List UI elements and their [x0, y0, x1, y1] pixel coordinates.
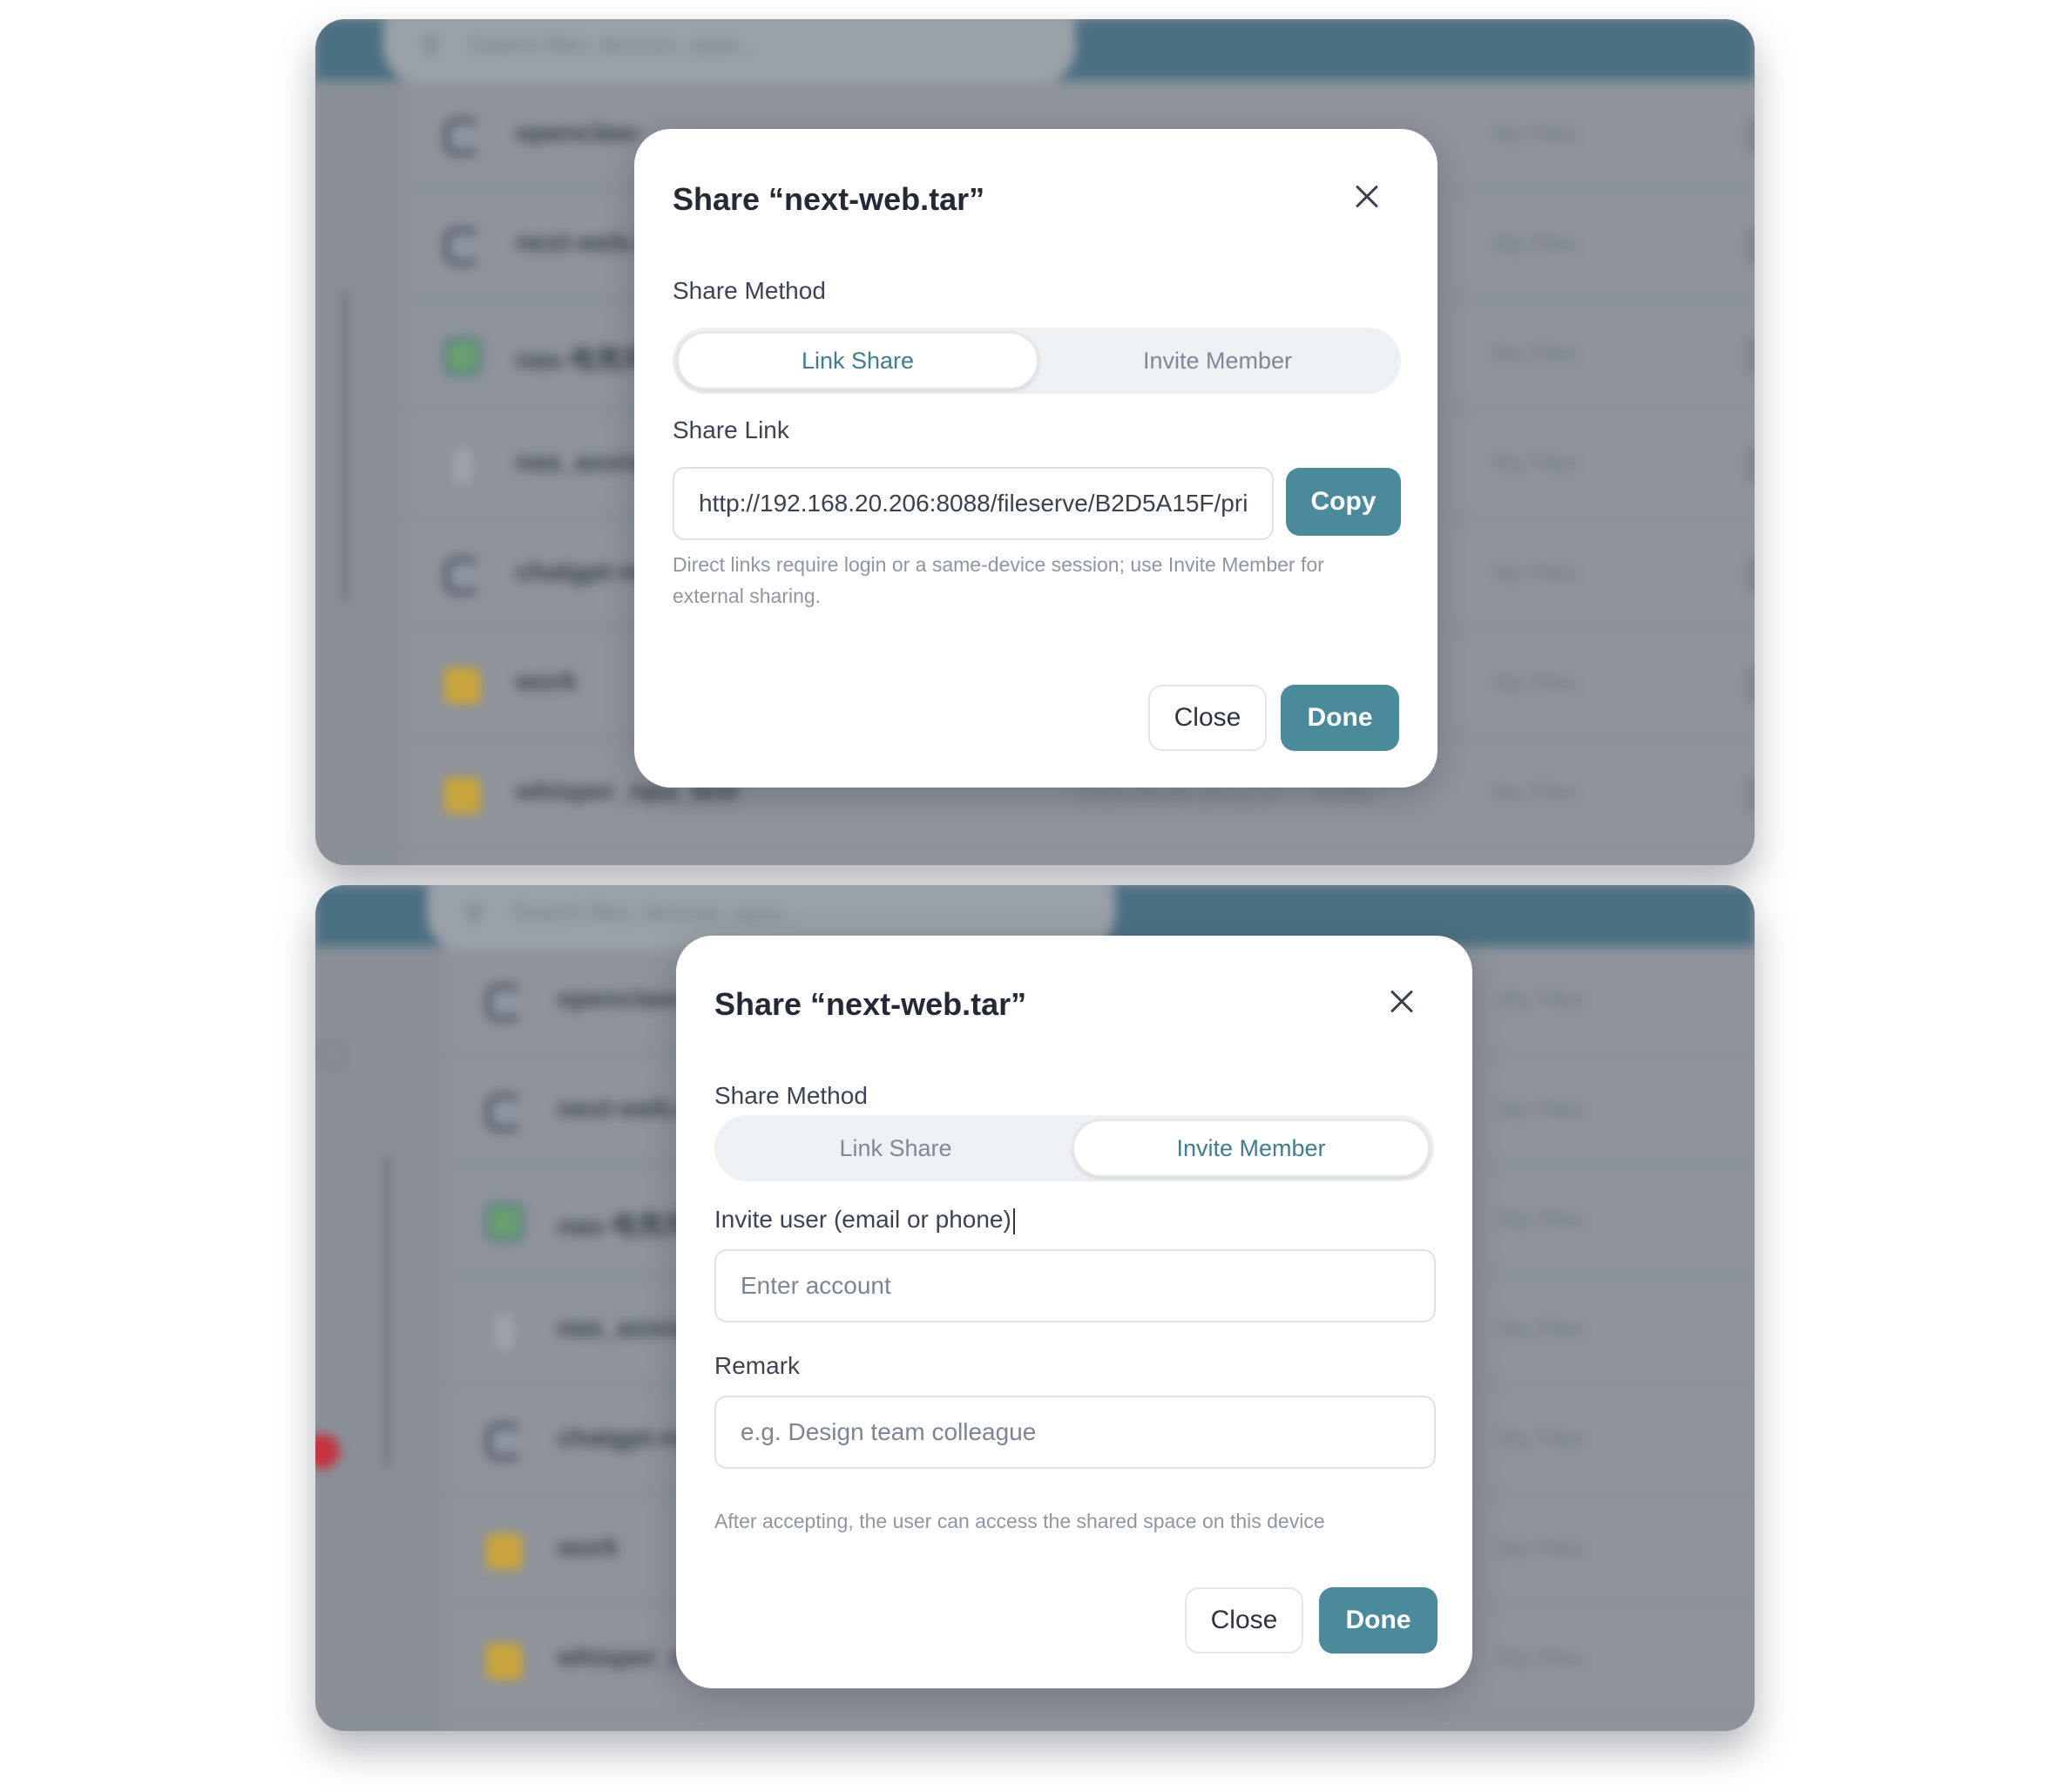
file-location: My Files	[1493, 230, 1578, 256]
app-icon	[486, 1094, 523, 1131]
close-icon[interactable]	[1350, 179, 1385, 214]
file-name: chatgpt-ne	[516, 558, 650, 586]
dialog-title: Share “next-web.tar”	[673, 181, 985, 217]
share-method-toggle: Link Share Invite Member	[714, 1115, 1434, 1181]
file-location: My Files	[1493, 120, 1578, 146]
search-icon: ⚲	[465, 900, 484, 927]
app-icon	[486, 1423, 523, 1460]
file-location: My Files	[1493, 779, 1578, 805]
search-placeholder: Search files, devices, apps...	[512, 899, 801, 925]
image-icon	[444, 338, 481, 375]
row-menu-handle[interactable]	[1749, 448, 1755, 483]
folder-icon	[486, 1533, 523, 1570]
image-icon	[486, 1204, 523, 1241]
sidebar-scrollbar[interactable]	[383, 1155, 390, 1469]
file-name: next-web.t	[558, 1094, 687, 1123]
invite-hint: After accepting, the user can access the…	[714, 1510, 1325, 1532]
file-location: My Files	[1500, 1315, 1585, 1342]
file-location: My Files	[1500, 1096, 1585, 1122]
tab-invite-member[interactable]: Invite Member	[1072, 1119, 1430, 1177]
copy-button[interactable]: Copy	[1286, 468, 1401, 536]
remark-label: Remark	[714, 1352, 801, 1379]
file-name: next-web.t	[516, 228, 646, 257]
file-name: openclaw-	[558, 984, 686, 1013]
share-link-field[interactable]: http://192.168.20.206:8088/fileserve/B2D…	[673, 467, 1274, 540]
file-location: My Files	[1500, 1425, 1585, 1451]
file-location: My Files	[1500, 1206, 1585, 1232]
share-dialog: Share “next-web.tar” Share Method Link S…	[634, 129, 1438, 788]
share-link-hint: Direct links require login or a same-dev…	[673, 553, 1324, 607]
row-menu-handle[interactable]	[1749, 667, 1755, 702]
file-name: work	[516, 667, 578, 696]
invite-user-label-text: Invite user (email or phone)	[714, 1206, 1011, 1233]
notification-badge	[315, 1434, 340, 1469]
share-dialog: Share “next-web.tar” Share Method Link S…	[676, 936, 1472, 1688]
file-location: My Files	[1500, 1535, 1585, 1561]
close-button[interactable]: Close	[1185, 1587, 1303, 1653]
file-name: nas-电竞风	[558, 1212, 690, 1241]
tab-link-share[interactable]: Link Share	[719, 1119, 1072, 1177]
search-bar[interactable]: ⚲ Search files, devices, apps...	[383, 19, 1076, 84]
file-name: chatgpt-ne	[558, 1423, 692, 1452]
done-button[interactable]: Done	[1281, 685, 1399, 751]
search-placeholder: Search files, devices, apps...	[469, 31, 757, 57]
file-location: My Files	[1500, 1645, 1585, 1671]
file-location: My Files	[1500, 986, 1585, 1012]
tab-invite-member[interactable]: Invite Member	[1038, 332, 1397, 389]
dialog-title: Share “next-web.tar”	[714, 986, 1027, 1022]
sidebar-toggle-icon[interactable]	[319, 1042, 345, 1068]
app-icon	[444, 228, 481, 265]
file-location: My Files	[1493, 340, 1578, 366]
share-method-toggle: Link Share Invite Member	[673, 328, 1401, 394]
folder-icon	[444, 777, 481, 814]
done-button[interactable]: Done	[1319, 1587, 1438, 1653]
invite-user-label: Invite user (email or phone)	[714, 1206, 1015, 1234]
sidebar	[315, 946, 446, 1731]
file-name: work	[558, 1533, 619, 1562]
file-location: My Files	[1493, 669, 1578, 695]
app-icon	[444, 118, 481, 155]
account-input[interactable]: Enter account	[714, 1249, 1436, 1322]
file-name: openclaw-	[516, 118, 644, 147]
row-menu-handle[interactable]	[1749, 118, 1755, 153]
share-link-label: Share Link	[673, 416, 789, 443]
search-icon: ⚲	[422, 32, 440, 59]
app-icon	[486, 984, 523, 1021]
remark-input[interactable]: e.g. Design team colleague	[714, 1396, 1436, 1469]
row-menu-handle[interactable]	[1749, 338, 1755, 373]
tab-link-share[interactable]: Link Share	[677, 332, 1038, 389]
row-menu-handle[interactable]	[1749, 228, 1755, 263]
share-method-label: Share Method	[673, 277, 826, 304]
close-icon[interactable]	[1385, 984, 1420, 1019]
share-method-label: Share Method	[714, 1082, 868, 1109]
app-icon	[444, 558, 481, 594]
screenshot-link-share: ⚲ Search files, devices, apps... opencla…	[315, 19, 1755, 865]
file-location: My Files	[1493, 450, 1578, 476]
row-menu-handle[interactable]	[1749, 558, 1755, 592]
file-location: My Files	[1493, 559, 1578, 585]
person-icon	[495, 1314, 514, 1350]
sidebar	[315, 80, 404, 865]
folder-icon	[444, 667, 481, 704]
text-cursor	[1012, 1207, 1015, 1234]
person-icon	[453, 448, 472, 484]
row-menu-handle[interactable]	[1749, 777, 1755, 812]
sidebar-scrollbar[interactable]	[342, 289, 348, 603]
folder-icon	[486, 1643, 523, 1680]
file-name: nas-电竞风	[516, 346, 648, 375]
close-button[interactable]: Close	[1148, 685, 1267, 751]
screenshot-invite-member: ⚲ Search files, devices, apps... opencla…	[315, 885, 1755, 1731]
